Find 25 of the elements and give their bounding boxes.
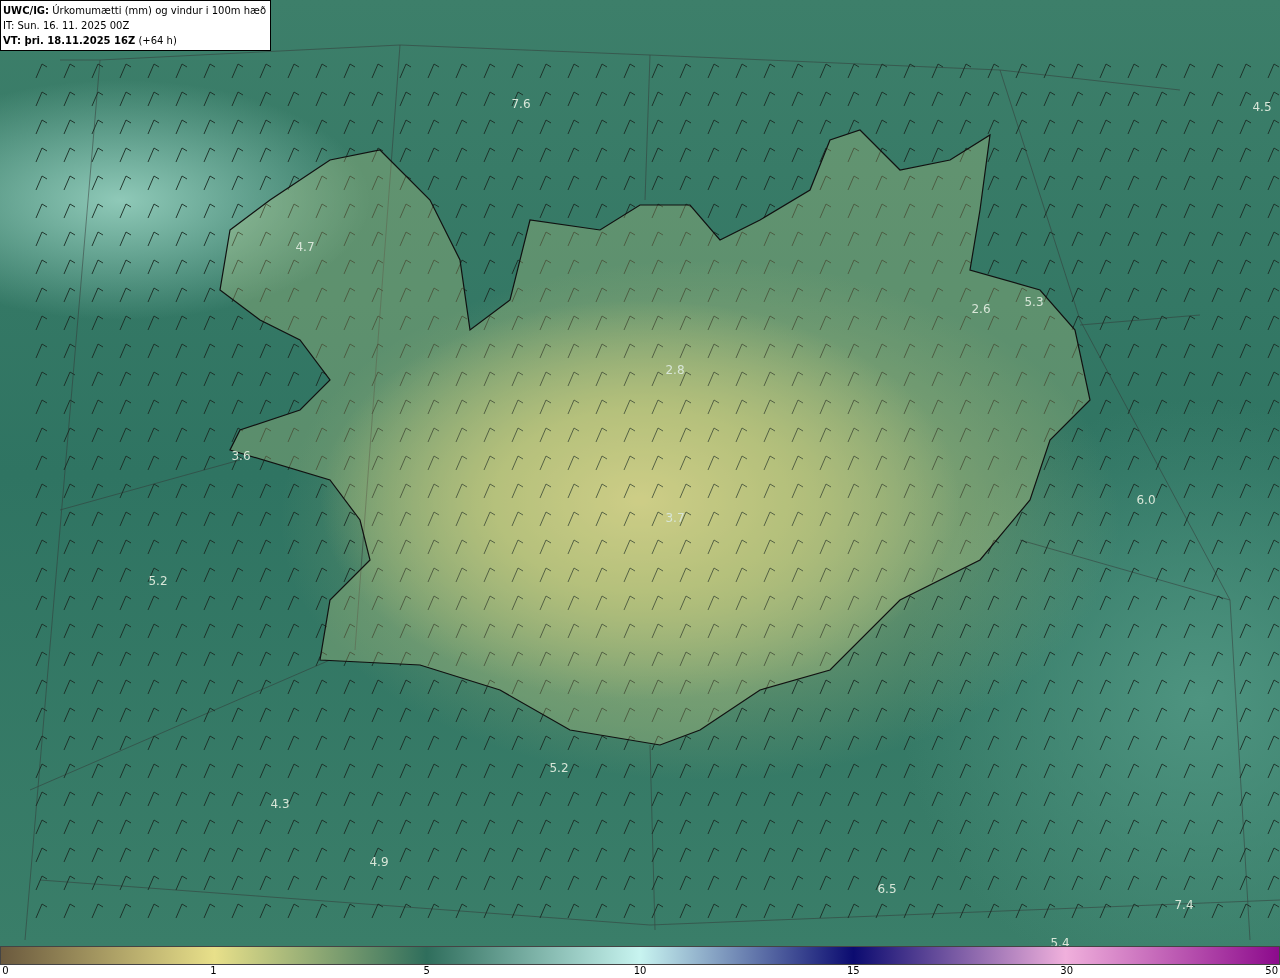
value-label: 4.5	[1252, 100, 1272, 114]
value-label: 2.6	[971, 302, 991, 316]
colorbar-tick-label: 15	[846, 965, 860, 977]
colorbar-tick-label: 30	[1060, 965, 1073, 977]
value-label: 6.5	[877, 882, 897, 896]
colorbar-tick-label: 0	[2, 965, 9, 977]
value-label: 7.6	[511, 97, 531, 111]
header-line: UWC/IG: Úrkomumætti (mm) og vindur i 100m hæð	[3, 3, 267, 18]
colorbar-tick-label: 50	[1265, 965, 1278, 977]
value-label: 2.8	[665, 363, 685, 377]
value-label: 6.0	[1136, 493, 1156, 507]
value-label: 4.7	[295, 240, 315, 254]
value-label: 4.9	[369, 855, 389, 869]
value-label: 7.4	[1174, 898, 1194, 912]
colorbar-tick-label: 5	[423, 965, 430, 977]
value-label: 5.2	[148, 574, 168, 588]
header-line: VT: þri. 18.11.2025 16Z (+64 h)	[3, 34, 178, 48]
header-line: IT: Sun. 16. 11. 2025 00Z	[3, 19, 131, 33]
value-label: 5.2	[549, 761, 569, 775]
value-label: 4.3	[270, 797, 290, 811]
value-label: 3.7	[665, 511, 685, 525]
colorbar-tick-label: 10	[633, 965, 647, 977]
value-label: 3.6	[231, 449, 251, 463]
value-label: 5.3	[1024, 295, 1044, 309]
colorbar-tick-label: 1	[210, 965, 217, 977]
